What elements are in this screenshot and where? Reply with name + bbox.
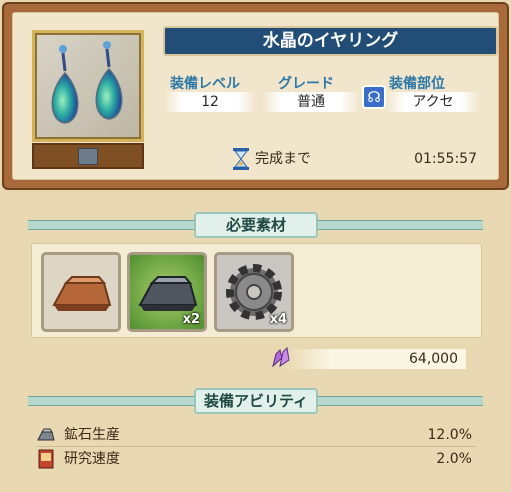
craft-timer: 完成まで 01:55:57	[255, 148, 477, 170]
ability-name: 鉱石生産	[64, 427, 120, 443]
abilities-title: 装備アビリティ	[194, 388, 318, 414]
socket-slot[interactable]	[78, 148, 98, 165]
timer-label: 完成まで	[255, 151, 311, 167]
stat-label-level: 装備レベル	[170, 76, 240, 92]
book-icon	[38, 449, 54, 469]
material-slot-copper[interactable]	[41, 252, 121, 332]
ability-value: 12.0%	[427, 427, 472, 443]
ability-divider	[36, 446, 476, 447]
ability-value: 2.0%	[436, 451, 472, 467]
material-slot-gear[interactable]: x4	[214, 252, 294, 332]
stat-value-grade: 普通	[262, 92, 360, 112]
timer-value: 01:55:57	[414, 151, 477, 167]
craft-cost: 64,000	[286, 349, 466, 369]
accessory-slot-icon: ☊	[362, 85, 386, 109]
ore-icon	[37, 428, 55, 441]
ability-name: 研究速度	[64, 451, 120, 467]
material-count: x4	[269, 312, 287, 327]
ability-row: 鉱石生産 12.0%	[36, 424, 476, 446]
banner-rail-left	[28, 396, 200, 406]
crystal-earrings-icon	[51, 41, 123, 124]
materials-header: 必要素材	[28, 212, 483, 238]
banner-rail-right	[312, 220, 483, 230]
socket-bar	[32, 143, 144, 169]
materials-panel: x2 x4	[31, 243, 482, 338]
stat-value-level: 12	[164, 92, 256, 112]
item-portrait[interactable]	[32, 30, 144, 142]
stat-label-grade: グレード	[278, 76, 334, 92]
material-count: x2	[182, 312, 200, 327]
materials-title: 必要素材	[194, 212, 318, 238]
ability-row: 研究速度 2.0%	[36, 448, 476, 470]
material-slot-iron[interactable]: x2	[127, 252, 207, 332]
copper-ingot-icon	[52, 276, 112, 311]
stat-value-slot: アクセ	[386, 92, 480, 112]
hourglass-icon	[233, 148, 249, 170]
item-name: 水晶のイヤリング	[163, 26, 498, 56]
stat-label-slot: 装備部位	[389, 76, 445, 92]
banner-rail-right	[312, 396, 483, 406]
abilities-header: 装備アビリティ	[28, 388, 483, 414]
banner-rail-left	[28, 220, 200, 230]
